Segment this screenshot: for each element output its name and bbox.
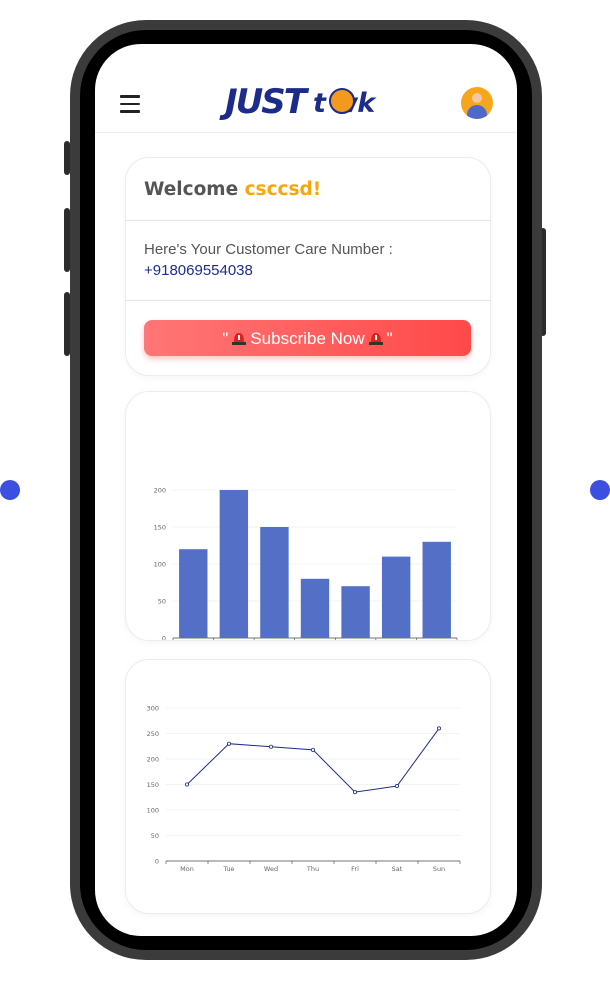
y-tick-label: 100	[147, 806, 159, 814]
bar-chart: 050100150200MonTueWedThuFriSatSun	[154, 486, 458, 640]
customer-care-number[interactable]: +918069554038	[144, 262, 253, 279]
x-tick-label: Tue	[222, 865, 234, 873]
logo-text-just: JUST	[225, 82, 307, 122]
subscribe-label: Subscribe Now	[250, 329, 365, 348]
card-divider	[126, 300, 490, 301]
data-point-sat	[394, 784, 399, 789]
welcome-username: csccsd!	[244, 179, 322, 200]
bar-chart-card: 050100150200MonTueWedThuFriSatSun	[125, 391, 491, 641]
data-point-wed	[268, 744, 273, 749]
bar-tue	[219, 490, 249, 638]
y-tick-label: 150	[147, 781, 159, 789]
bar-thu	[300, 578, 330, 638]
hamburger-menu-icon[interactable]	[120, 95, 140, 113]
y-tick-label: 50	[158, 597, 166, 605]
x-tick-label: Sun	[433, 865, 445, 873]
app-screen: JUST t wk Welcome csccsd! Here's Your Cu…	[95, 44, 517, 936]
bar-mon	[179, 549, 208, 638]
customer-care-label: Here's Your Customer Care Number :	[144, 241, 393, 258]
card-divider	[126, 220, 490, 221]
welcome-heading: Welcome csccsd!	[144, 179, 321, 200]
bar-fri	[341, 586, 370, 638]
logo-mascot-icon	[329, 88, 355, 114]
data-point-tue	[227, 741, 232, 746]
y-tick-label: 50	[151, 832, 159, 840]
x-tick-label: Fri	[351, 865, 359, 873]
data-point-sun	[436, 726, 441, 731]
y-tick-label: 250	[147, 730, 159, 738]
decorative-dot-right	[590, 480, 610, 500]
decorative-dot-left	[0, 480, 20, 500]
welcome-card: Welcome csccsd! Here's Your Customer Car…	[125, 157, 491, 376]
line-chart-card: 0 50 100 150 200 250 300 Mon Tue Wed Thu Fri Sat Sun	[125, 659, 491, 914]
welcome-greeting: Welcome	[144, 179, 239, 200]
x-tick-label: Thu	[306, 865, 319, 873]
subscribe-button[interactable]: " Subscribe Now "	[144, 320, 471, 356]
line-series	[186, 728, 440, 793]
line-chart: 0 50 100 150 200 250 300 Mon Tue Wed Thu Fri Sat Sun	[147, 704, 461, 873]
x-tick-label: Sat	[392, 865, 403, 873]
bar-sat	[381, 556, 411, 638]
y-tick-label: 150	[154, 523, 166, 531]
x-tick-label: Wed	[264, 865, 278, 873]
data-point-thu	[310, 747, 315, 752]
x-tick-label: Mon	[180, 865, 194, 873]
quote-open: "	[222, 329, 229, 348]
y-tick-label: 0	[155, 857, 159, 865]
brand-logo[interactable]: JUST t wk	[225, 82, 395, 126]
y-tick-label: 0	[162, 634, 166, 640]
user-avatar-icon[interactable]	[461, 87, 493, 119]
bar-wed	[260, 527, 289, 638]
siren-icon	[368, 333, 383, 345]
quote-close: "	[386, 329, 393, 348]
y-tick-label: 200	[147, 755, 159, 763]
data-point-mon	[185, 782, 190, 787]
top-app-bar: JUST t wk	[95, 44, 517, 133]
y-tick-label: 100	[154, 560, 166, 568]
data-point-fri	[352, 790, 357, 795]
y-tick-label: 300	[147, 704, 159, 712]
bar-sun	[422, 541, 451, 638]
y-tick-label: 200	[154, 486, 166, 494]
siren-icon	[232, 333, 247, 345]
